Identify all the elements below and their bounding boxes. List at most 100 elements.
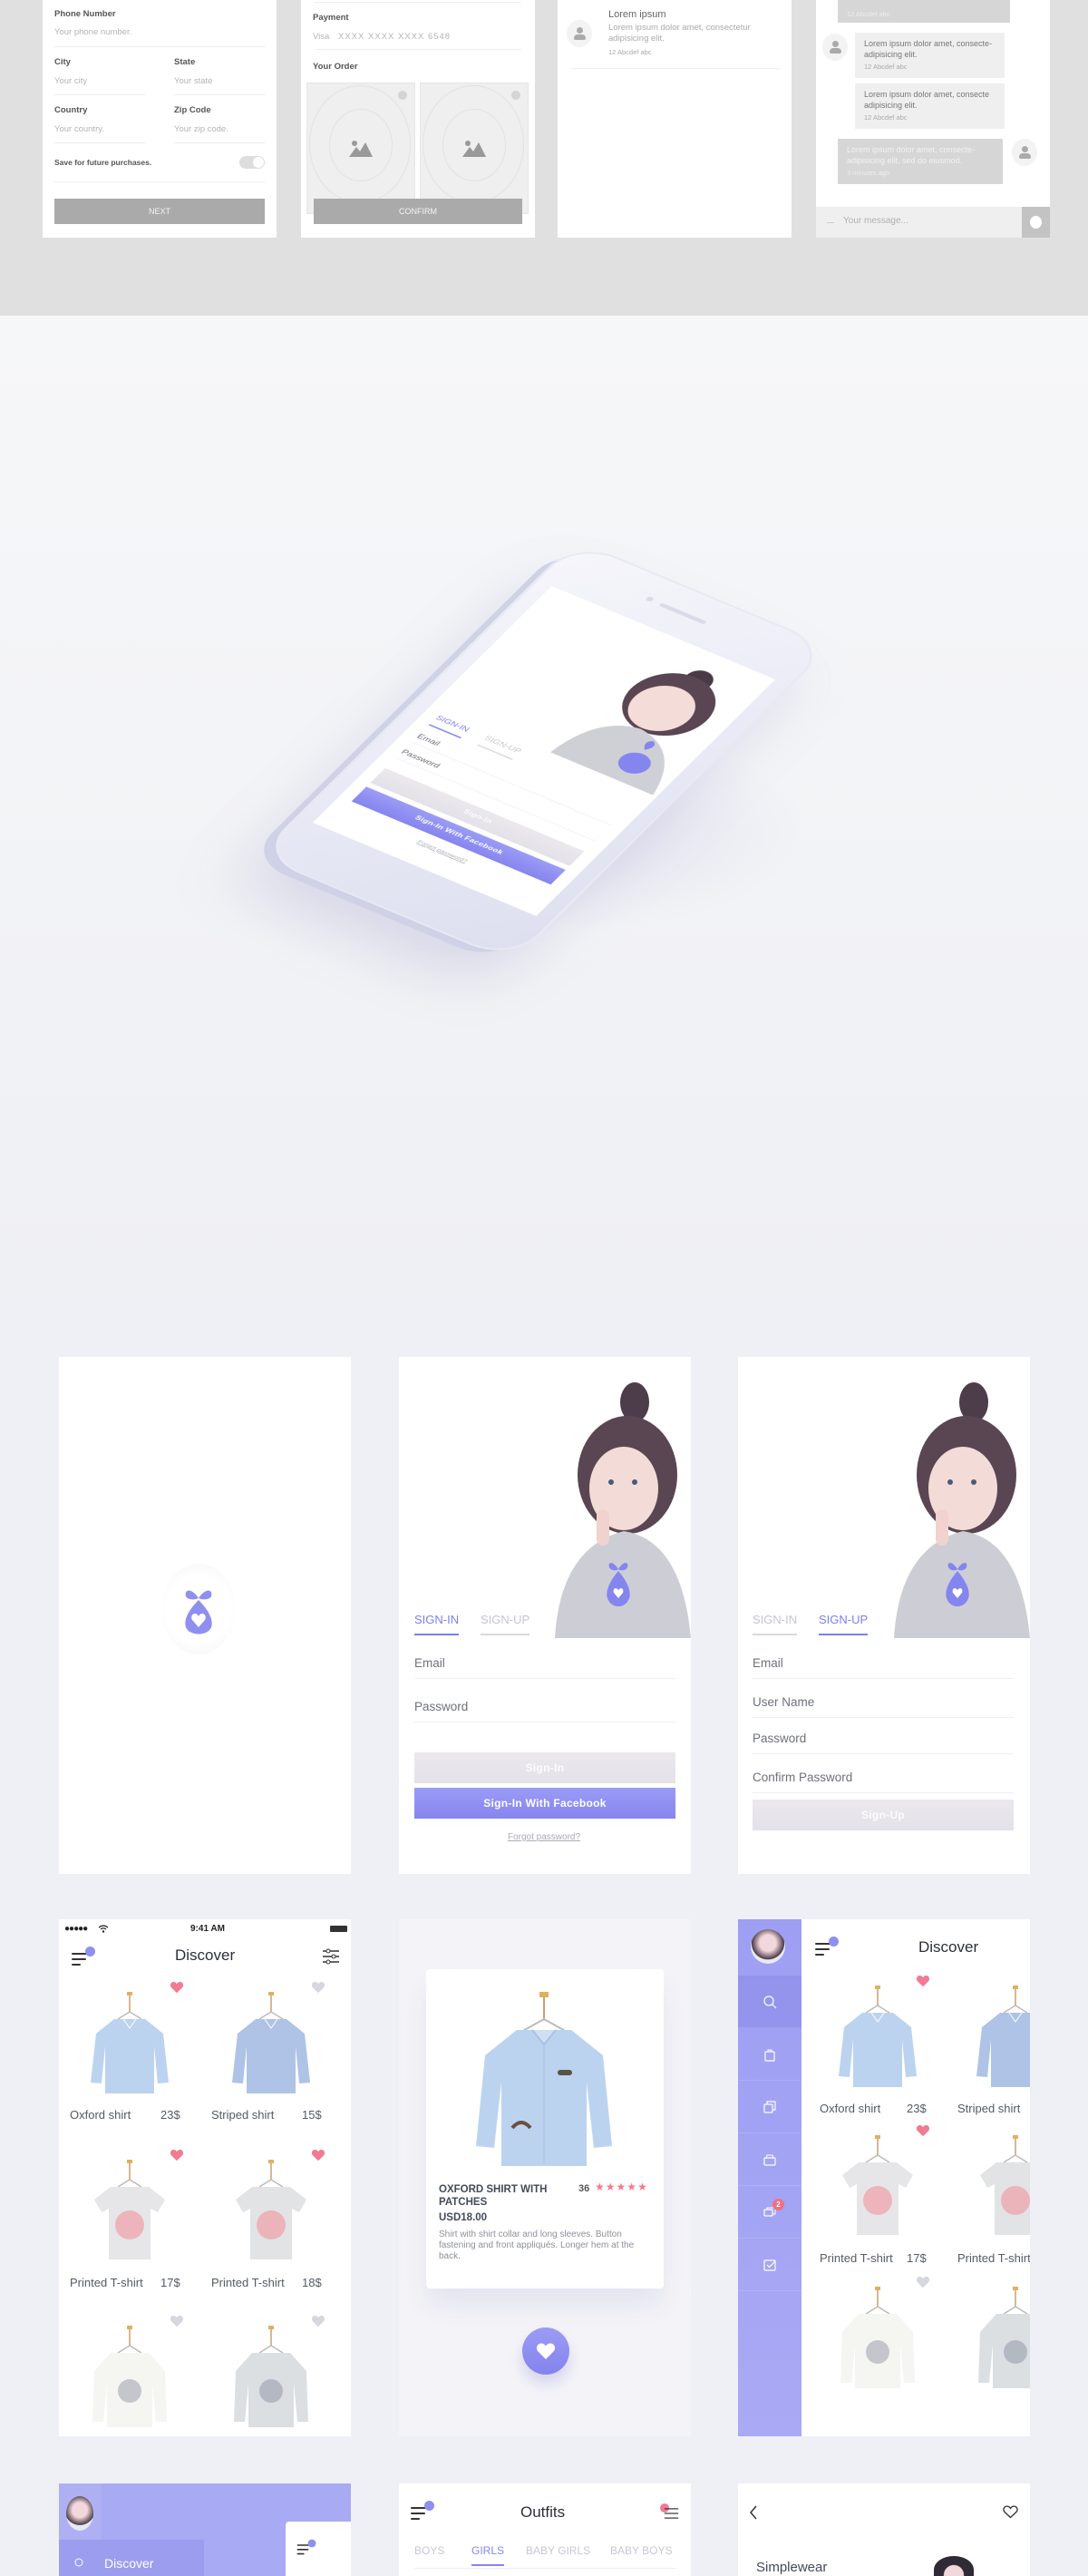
divider bbox=[315, 2, 521, 3]
zip-input[interactable]: Your zip code. bbox=[174, 124, 228, 134]
tab-baby-girls[interactable]: BABY GIRLS bbox=[526, 2544, 590, 2557]
product-card[interactable] bbox=[59, 2308, 200, 2436]
city-input[interactable]: Your city bbox=[54, 76, 87, 86]
star-icon: ★ bbox=[605, 2181, 616, 2193]
menu-button[interactable] bbox=[296, 2539, 316, 2556]
discover-screen: ●●●●● 9:41 AM Discover Oxford shirt 23$ St… bbox=[59, 1919, 351, 2436]
product-image bbox=[230, 2326, 312, 2435]
tab-signup[interactable]: SIGN-UP bbox=[477, 734, 523, 760]
heart-outline-icon[interactable] bbox=[311, 2315, 325, 2327]
menu-item-discover[interactable]: Discover bbox=[59, 2540, 204, 2576]
heart-outline-icon[interactable] bbox=[311, 1981, 325, 1994]
sidebar-item-basket[interactable] bbox=[738, 2133, 801, 2186]
heart-filled-icon[interactable] bbox=[170, 1981, 184, 1994]
collapsed-screen-preview[interactable] bbox=[286, 2522, 351, 2576]
menu-button[interactable] bbox=[72, 1947, 95, 1967]
brand-logo-icon bbox=[185, 1590, 212, 1634]
product-name: Printed T-shirt bbox=[211, 2276, 285, 2289]
signup-button[interactable]: Sign-Up bbox=[753, 1800, 1014, 1830]
next-button[interactable]: NEXT bbox=[54, 199, 265, 224]
tab-girls[interactable]: GIRLS bbox=[471, 2544, 504, 2557]
heart-filled-icon[interactable] bbox=[311, 2149, 325, 2161]
product-card[interactable]: Printed T-shirt18$ bbox=[200, 2142, 342, 2305]
filter-icon[interactable] bbox=[664, 2506, 679, 2521]
username-field[interactable]: User Name bbox=[753, 1695, 814, 1709]
product-price: 17$ bbox=[160, 2276, 180, 2289]
tab-signup[interactable]: SIGN-UP bbox=[819, 1613, 869, 1635]
heart-filled-icon[interactable] bbox=[170, 2149, 184, 2161]
menu-button[interactable] bbox=[815, 1937, 839, 1957]
address-form-card: Phone Number Your phone number. City You… bbox=[43, 0, 277, 238]
order-item-image[interactable] bbox=[306, 83, 415, 214]
divider bbox=[753, 1717, 1014, 1718]
home-button[interactable] bbox=[372, 867, 438, 910]
sidebar-item-checklist[interactable] bbox=[738, 2239, 801, 2291]
heart-outline-icon[interactable] bbox=[1003, 2505, 1018, 2519]
tab-baby-boys[interactable]: BABY BOYS bbox=[610, 2544, 672, 2557]
back-icon[interactable] bbox=[749, 2505, 758, 2520]
sidebar: 2 bbox=[738, 1919, 801, 2436]
heart-outline-icon[interactable] bbox=[170, 2315, 184, 2327]
product-image bbox=[89, 2160, 170, 2269]
email-field[interactable]: Email bbox=[753, 1656, 783, 1670]
divider bbox=[414, 1678, 675, 1679]
product-card[interactable] bbox=[809, 2269, 947, 2432]
send-button[interactable] bbox=[1022, 207, 1050, 238]
tab-signup[interactable]: SIGN-UP bbox=[481, 1613, 530, 1635]
battery-icon bbox=[330, 1926, 347, 1932]
sidebar-item-search[interactable] bbox=[738, 1976, 801, 2028]
sidebar-item-shopping-bag[interactable] bbox=[738, 2028, 801, 2081]
product-card[interactable]: OXFORD SHIRT WITH PATCHES 36 ★ ★ ★ ★ ★ USD18… bbox=[426, 1969, 664, 2288]
order-item-image[interactable] bbox=[420, 83, 529, 214]
signin-button[interactable]: Sign-In bbox=[414, 1752, 675, 1783]
password-field[interactable]: Password bbox=[753, 1732, 806, 1745]
product-card[interactable]: Printed T-shirt18$ bbox=[947, 2117, 1030, 2280]
tab-signin[interactable]: SIGN-IN bbox=[753, 1613, 798, 1635]
product-name: Printed T-shirt bbox=[820, 2251, 893, 2265]
tab-signin[interactable]: SIGN-IN bbox=[428, 714, 471, 738]
city-label: City bbox=[54, 57, 71, 67]
product-card[interactable]: Striped shirt15$ bbox=[947, 1967, 1030, 2131]
select-indicator[interactable] bbox=[511, 91, 520, 100]
email-field[interactable]: Email bbox=[414, 1656, 445, 1670]
product-card[interactable]: Oxford shirt 23$ bbox=[59, 1974, 200, 2137]
product-card[interactable]: Oxford shirt 23$ bbox=[809, 1967, 947, 2131]
user-avatar[interactable] bbox=[751, 1929, 785, 1964]
confirm-password-field[interactable]: Confirm Password bbox=[753, 1771, 852, 1784]
country-input[interactable]: Your country. bbox=[54, 124, 104, 134]
kid-photo bbox=[876, 1366, 1030, 1638]
basket-icon bbox=[763, 2152, 777, 2167]
save-toggle[interactable] bbox=[239, 156, 265, 169]
divider bbox=[174, 142, 265, 143]
forgot-password-link[interactable]: Forgot password? bbox=[508, 1832, 580, 1842]
card-brand: Visa bbox=[313, 32, 330, 42]
menu-button[interactable] bbox=[411, 2501, 434, 2522]
state-input[interactable]: Your state bbox=[174, 76, 212, 86]
filter-icon[interactable] bbox=[322, 1948, 340, 1965]
tab-boys[interactable]: BOYS bbox=[414, 2544, 444, 2557]
product-name: Striped shirt bbox=[957, 2102, 1021, 2115]
product-card[interactable]: Printed T-shirt 17$ bbox=[809, 2117, 947, 2280]
image-placeholder-icon bbox=[349, 140, 373, 157]
message-placeholder: Your message... bbox=[843, 216, 908, 226]
product-card[interactable]: Striped shirt15$ bbox=[200, 1974, 342, 2137]
sidebar-item-chat[interactable]: 2 bbox=[738, 2186, 801, 2239]
outfits-screen: Outfits BOYS GIRLS BABY GIRLS BABY BOYS bbox=[399, 2483, 691, 2576]
card-number[interactable]: XXXX XXXX XXXX 6548 bbox=[338, 32, 451, 42]
product-price: USD18.00 bbox=[439, 2212, 488, 2223]
select-indicator[interactable] bbox=[398, 91, 407, 100]
product-card[interactable] bbox=[947, 2269, 1030, 2432]
phone-input[interactable]: Your phone number. bbox=[54, 27, 131, 37]
product-price: 23$ bbox=[907, 2102, 927, 2115]
user-avatar[interactable] bbox=[66, 2496, 93, 2531]
tab-signin[interactable]: SIGN-IN bbox=[414, 1613, 460, 1635]
star-icon: ★ bbox=[595, 2181, 605, 2193]
favorite-button[interactable] bbox=[522, 2327, 569, 2375]
message-input[interactable]: Your message... bbox=[816, 207, 1022, 238]
confirm-button[interactable]: CONFIRM bbox=[314, 199, 522, 224]
product-card[interactable]: Printed T-shirt 17$ bbox=[59, 2142, 200, 2305]
password-field[interactable]: Password bbox=[414, 1700, 468, 1713]
facebook-signin-button[interactable]: Sign-In With Facebook bbox=[414, 1788, 675, 1819]
product-card[interactable] bbox=[200, 2308, 342, 2436]
sidebar-item-collections[interactable] bbox=[738, 2081, 801, 2133]
